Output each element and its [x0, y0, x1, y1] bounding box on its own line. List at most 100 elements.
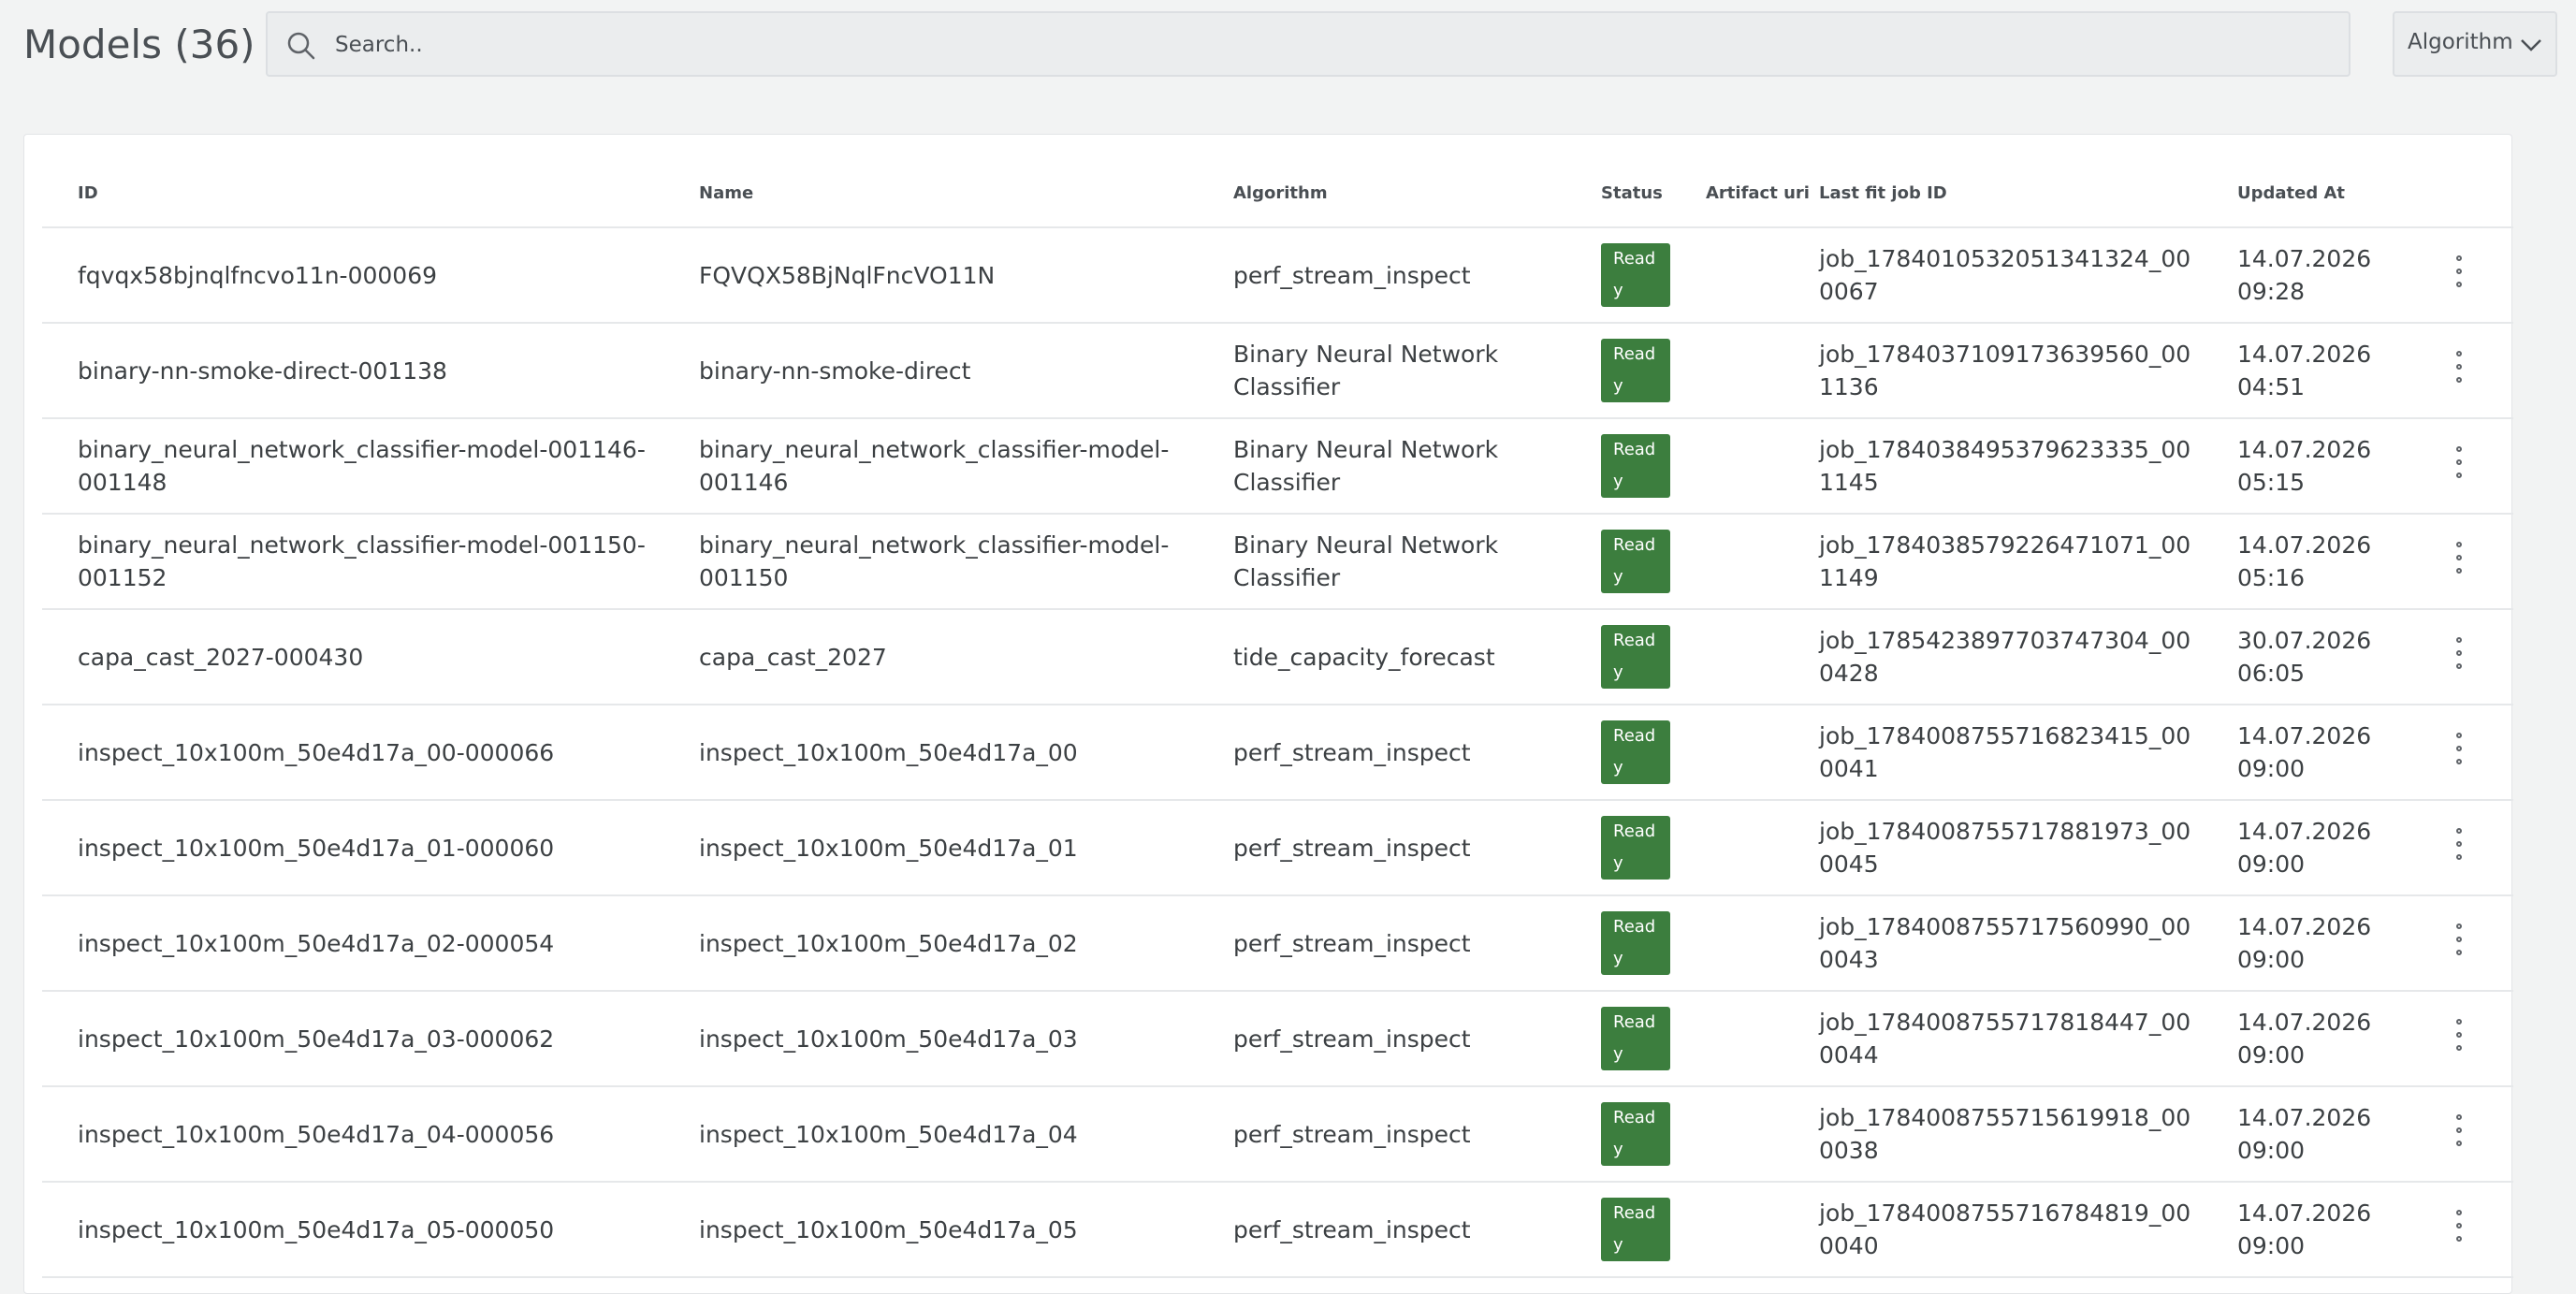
cell-status: Ready: [1565, 514, 1670, 610]
column-header-algorithm[interactable]: Algorithm: [1198, 159, 1565, 228]
table-row[interactable]: binary-nn-smoke-direct-001138 binary-nn-…: [42, 323, 2513, 419]
cell-artifact-uri: [1670, 227, 1783, 324]
status-badge: Ready: [1601, 434, 1670, 498]
status-badge: Ready: [1601, 1007, 1670, 1070]
table-row[interactable]: inspect_10x100m_50e4d17a_03-000062 inspe…: [42, 991, 2513, 1087]
table-row[interactable]: inspect_10x100m_50e4d17a_01-000060 inspe…: [42, 800, 2513, 896]
status-badge: Ready: [1601, 625, 1670, 689]
kebab-menu-icon[interactable]: [2446, 1018, 2474, 1051]
cell-algorithm: Binary Neural Network Classifier: [1198, 514, 1565, 610]
cell-id: inspect_10x100m_50e4d17a_01-000060: [42, 800, 663, 896]
cell-updated-at: 14.07.2026 09:00: [2202, 800, 2410, 896]
cell-name: binary_neural_network_classifier-model-0…: [663, 418, 1198, 515]
cell-updated-at: 30.07.2026 06:05: [2202, 609, 2410, 705]
cell-id: binary_neural_network_classifier-model-0…: [42, 514, 663, 610]
cell-algorithm: perf_stream_inspect: [1198, 991, 1565, 1087]
cell-updated-at: 14.07.2026 09:00: [2202, 1182, 2410, 1278]
cell-id: inspect_10x100m_50e4d17a_00-000066: [42, 705, 663, 801]
cell-status: Ready: [1565, 1182, 1670, 1278]
cell-name: inspect_10x100m_50e4d17a_01: [663, 800, 1198, 896]
cell-last-fit-job-id: job_1784008755715619918_000038: [1783, 1086, 2202, 1183]
table-row[interactable]: binary_neural_network_classifier-model-0…: [42, 418, 2513, 515]
cell-last-fit-job-id: job_1784008755716823415_000041: [1783, 705, 2202, 801]
column-header-id[interactable]: ID: [42, 159, 663, 228]
algorithm-filter-label: Algorithm: [2408, 30, 2513, 54]
kebab-menu-icon[interactable]: [2446, 1113, 2474, 1146]
cell-artifact-uri: [1670, 991, 1783, 1087]
column-header-last-fit-job-id[interactable]: Last fit job ID: [1783, 159, 2202, 228]
cell-actions: [2410, 227, 2513, 324]
cell-artifact-uri: [1670, 800, 1783, 896]
cell-name: inspect_10x100m_50e4d17a_04: [663, 1086, 1198, 1183]
kebab-menu-icon[interactable]: [2446, 350, 2474, 383]
status-badge: Ready: [1601, 1102, 1670, 1166]
status-badge: Ready: [1601, 1198, 1670, 1261]
kebab-menu-icon[interactable]: [2446, 1209, 2474, 1242]
cell-id: fqvqx58bjnqlfncvo11n-000069: [42, 227, 663, 324]
table-row[interactable]: binary_neural_network_classifier-model-0…: [42, 514, 2513, 610]
status-badge: Ready: [1601, 816, 1670, 880]
cell-last-fit-job-id: job_1784008755717818447_000044: [1783, 991, 2202, 1087]
kebab-menu-icon[interactable]: [2446, 636, 2474, 669]
kebab-menu-icon[interactable]: [2446, 923, 2474, 955]
cell-id: binary-nn-smoke-direct-001138: [42, 323, 663, 419]
cell-last-fit-job-id: job_1784010532051341324_000067: [1783, 227, 2202, 324]
cell-last-fit-job-id: job_1784008755717560990_000043: [1783, 895, 2202, 992]
cell-status: Ready: [1565, 895, 1670, 992]
cell-artifact-uri: [1670, 705, 1783, 801]
status-badge: Ready: [1601, 339, 1670, 402]
cell-algorithm: perf_stream_inspect: [1198, 895, 1565, 992]
cell-actions: [2410, 800, 2513, 896]
cell-last-fit-job-id: job_1784038495379623335_001145: [1783, 418, 2202, 515]
cell-actions: [2410, 1086, 2513, 1183]
column-header-artifact-uri[interactable]: Artifact uri: [1670, 159, 1810, 228]
cell-algorithm: perf_stream_inspect: [1198, 705, 1565, 801]
cell-actions: [2410, 991, 2513, 1087]
kebab-menu-icon[interactable]: [2446, 254, 2474, 287]
status-badge: Ready: [1601, 530, 1670, 593]
cell-status: Ready: [1565, 418, 1670, 515]
search-input[interactable]: [333, 13, 2330, 77]
table-row[interactable]: inspect_10x100m_50e4d17a_05-000050 inspe…: [42, 1182, 2513, 1278]
cell-status: Ready: [1565, 323, 1670, 419]
cell-name: inspect_10x100m_50e4d17a_02: [663, 895, 1198, 992]
cell-artifact-uri: [1670, 514, 1783, 610]
algorithm-filter-dropdown[interactable]: Algorithm: [2393, 11, 2557, 77]
table-row[interactable]: capa_cast_2027-000430 capa_cast_2027 tid…: [42, 609, 2513, 705]
cell-id: capa_cast_2027-000430: [42, 609, 663, 705]
table-row[interactable]: inspect_10x100m_50e4d17a_04-000056 inspe…: [42, 1086, 2513, 1183]
cell-actions: [2410, 895, 2513, 992]
cell-updated-at: 14.07.2026 09:00: [2202, 705, 2410, 801]
table-row[interactable]: inspect_10x100m_50e4d17a_00-000066 inspe…: [42, 705, 2513, 801]
kebab-menu-icon[interactable]: [2446, 732, 2474, 764]
cell-actions: [2410, 1182, 2513, 1278]
cell-artifact-uri: [1670, 1182, 1783, 1278]
cell-algorithm: tide_capacity_forecast: [1198, 609, 1565, 705]
cell-name: inspect_10x100m_50e4d17a_00: [663, 705, 1198, 801]
cell-updated-at: 14.07.2026 04:51: [2202, 323, 2410, 419]
cell-updated-at: 14.07.2026 09:00: [2202, 895, 2410, 992]
cell-name: capa_cast_2027: [663, 609, 1198, 705]
cell-id: inspect_10x100m_50e4d17a_03-000062: [42, 991, 663, 1087]
cell-algorithm: perf_stream_inspect: [1198, 800, 1565, 896]
cell-id: inspect_10x100m_50e4d17a_02-000054: [42, 895, 663, 992]
cell-updated-at: 14.07.2026 09:00: [2202, 991, 2410, 1087]
column-header-name[interactable]: Name: [663, 159, 1198, 228]
search-box[interactable]: [266, 11, 2350, 77]
table-header-row: ID Name Algorithm Status Artifact uri La…: [42, 159, 2513, 228]
cell-last-fit-job-id: job_1784038579226471071_001149: [1783, 514, 2202, 610]
table-row[interactable]: inspect_10x100m_50e4d17a_02-000054 inspe…: [42, 895, 2513, 992]
search-icon: [287, 32, 315, 60]
kebab-menu-icon[interactable]: [2446, 827, 2474, 860]
column-header-actions: [2410, 159, 2513, 228]
kebab-menu-icon[interactable]: [2446, 445, 2474, 478]
status-badge: Ready: [1601, 911, 1670, 975]
table-row[interactable]: fqvqx58bjnqlfncvo11n-000069 FQVQX58BjNql…: [42, 227, 2513, 324]
cell-artifact-uri: [1670, 418, 1783, 515]
column-header-updated-at[interactable]: Updated At: [2202, 159, 2410, 228]
cell-actions: [2410, 418, 2513, 515]
cell-artifact-uri: [1670, 323, 1783, 419]
kebab-menu-icon[interactable]: [2446, 541, 2474, 574]
cell-updated-at: 14.07.2026 09:28: [2202, 227, 2410, 324]
column-header-status[interactable]: Status: [1565, 159, 1670, 228]
